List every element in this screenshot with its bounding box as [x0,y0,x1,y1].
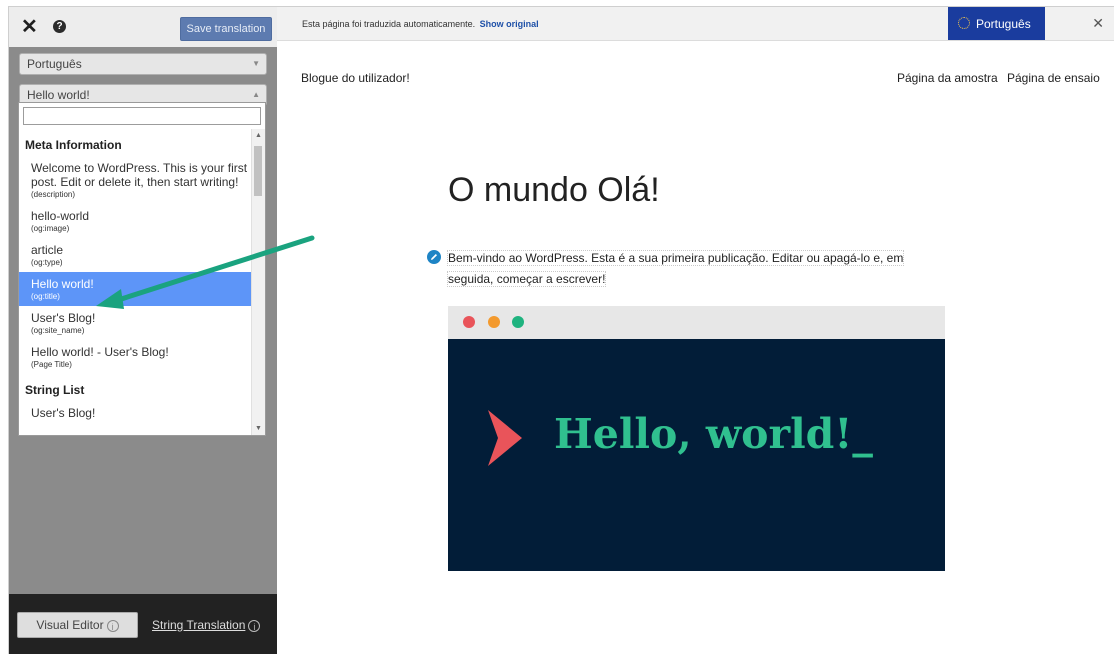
option-subtext: (og:image) [31,224,70,233]
image-browser-chrome [448,306,945,339]
dropdown-option[interactable]: article (og:type) [19,238,253,272]
option-text: Hello world! - User's Blog! [31,345,169,359]
dropdown-option-selected[interactable]: Hello world! (og:title) [19,272,253,306]
dropdown-option[interactable]: Hello world! - User's Blog! (Page Title) [19,340,253,374]
edit-pencil-icon[interactable] [426,249,442,265]
string-translation-label: String Translation [152,618,246,632]
orange-dot-icon [488,316,500,328]
show-original-link[interactable]: Show original [480,19,539,29]
option-subtext: (og:site_name) [31,326,85,335]
auto-translate-bar: Esta página foi traduzida automaticament… [277,7,1114,41]
visual-editor-label: Visual Editor [36,618,104,632]
language-button[interactable]: Português [948,7,1045,40]
red-dot-icon [463,316,475,328]
info-icon[interactable]: i [106,619,119,632]
post-body-line-2: seguida, começar a escrever! [447,271,607,287]
save-translation-button[interactable]: Save translation [180,17,272,41]
option-subtext: (description) [31,190,76,199]
dropdown-search-input[interactable] [23,107,261,125]
string-dropdown: Meta Information Welcome to WordPress. T… [18,102,266,436]
scroll-up-icon[interactable]: ▲ [255,132,262,139]
option-text: hello-world [31,209,90,223]
string-select-value: Hello world! [27,88,90,102]
help-icon[interactable]: ? [53,20,66,33]
option-subtext: (Page Title) [31,360,72,369]
post-body: Bem-vindo ao WordPress. Esta é a sua pri… [447,248,937,290]
option-text: Welcome to WordPress. This is your first… [31,161,248,189]
info-icon[interactable]: i [248,619,261,632]
dropdown-option[interactable]: User's Blog! (og:site_name) [19,306,253,340]
dropdown-option[interactable]: Welcome to WordPress. This is your first… [19,156,253,204]
close-icon[interactable]: ✕ [1092,15,1104,32]
sidebar-toolbar: ✕ ? Save translation [9,7,277,47]
option-subtext: (og:title) [31,292,60,301]
hello-world-text: Hello, world!_ [554,410,873,458]
hello-world-image: Hello, world!_ [448,306,945,571]
eu-flag-icon [958,17,970,29]
dropdown-list: Meta Information Welcome to WordPress. T… [19,129,253,425]
post-title: O mundo Olá! [448,171,660,209]
post-body-line-1: Bem-vindo ao WordPress. Esta é a sua pri… [447,250,905,266]
dropdown-group-strings: String List [25,383,85,397]
chevron-down-icon: ▼ [252,59,260,68]
option-text: User's Blog! [31,406,96,420]
scrollbar-thumb[interactable] [254,146,262,196]
close-icon[interactable]: ✕ [21,17,38,37]
option-text: User's Blog! [31,311,96,325]
nav-link-sample-page[interactable]: Página da amostra [897,71,998,85]
dropdown-group-meta: Meta Information [25,138,122,152]
translate-message-text: Esta página foi traduzida automaticament… [302,19,476,29]
site-title[interactable]: Blogue do utilizador! [301,71,410,85]
scroll-down-icon[interactable]: ▼ [255,425,262,432]
dropdown-option[interactable]: hello-world (og:image) [19,204,253,238]
language-select[interactable]: Português ▼ [19,53,267,75]
dropdown-scrollbar[interactable]: ▲ ▼ [251,129,265,435]
translate-message: Esta página foi traduzida automaticament… [302,19,539,29]
string-translation-link[interactable]: String Translation i [152,618,261,632]
sidebar-footer: Visual Editor i String Translation i [9,594,277,654]
visual-editor-button[interactable]: Visual Editor i [17,612,138,638]
option-text: article [31,243,64,257]
chevron-right-icon [488,410,522,466]
nav-link-test-page[interactable]: Página de ensaio [1007,71,1100,85]
language-select-value: Português [27,57,82,71]
language-button-label: Português [976,17,1031,31]
green-dot-icon [512,316,524,328]
option-subtext: (og:type) [31,258,63,267]
option-text: Hello world! [31,277,94,291]
dropdown-option[interactable]: User's Blog! [19,401,253,425]
